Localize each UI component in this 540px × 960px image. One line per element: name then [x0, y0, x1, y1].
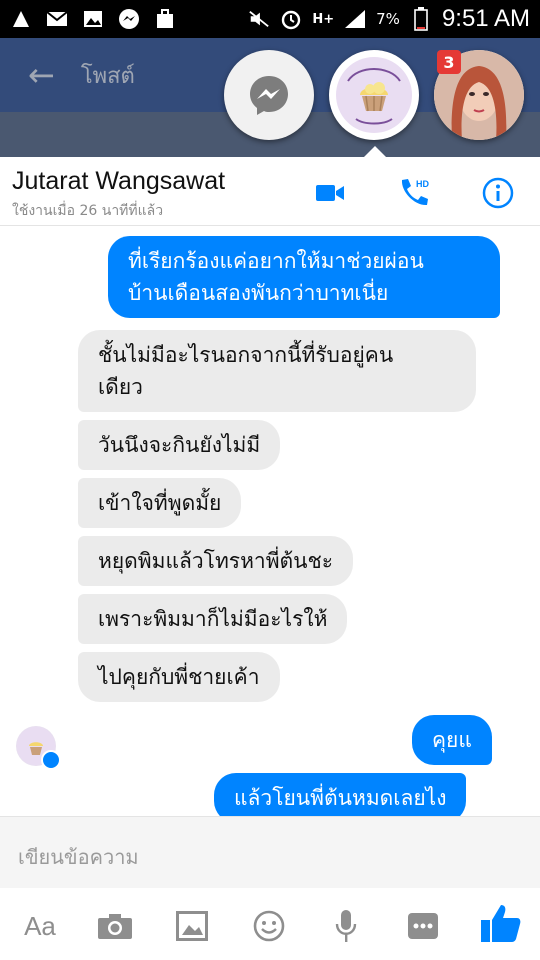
message-bubble-incoming[interactable]: ชั้นไม่มีอะไรนอกจากนี้ที่รับอยู่คน เดียว	[78, 330, 476, 412]
cupcake-logo-icon	[336, 57, 412, 133]
status-bar: H+ 7% 9:51 AM	[0, 0, 540, 38]
messenger-icon	[118, 9, 140, 29]
composer-toolbar: Aa	[0, 888, 540, 960]
mute-icon	[248, 9, 270, 29]
notification-icon	[10, 9, 32, 29]
messenger-chat-head[interactable]	[224, 50, 314, 140]
message-line: บ้านเดือนสองพันกว่าบาทเนี่ย	[128, 281, 389, 305]
network-type: H+	[312, 11, 335, 27]
message-list[interactable]: ที่เรียกร้องแค่อยากให้มาช่วยผ่อน บ้านเดื…	[0, 226, 540, 816]
video-call-icon[interactable]	[312, 175, 348, 211]
gallery-icon[interactable]	[172, 906, 212, 946]
contact-status: ใช้งานเมื่อ 26 นาทีที่แล้ว	[12, 203, 164, 219]
emoji-icon[interactable]	[249, 906, 289, 946]
signal-icon	[344, 9, 366, 29]
message-bubble-outgoing[interactable]: แล้วโยนพี่ต้นหมดเลยไง	[214, 773, 467, 816]
message-bubble-incoming[interactable]: หยุดพิมแล้วโทรหาพี่ต้นชะ	[78, 536, 354, 586]
sender-avatar[interactable]	[16, 726, 61, 770]
notification-icons	[10, 9, 176, 29]
messenger-badge-icon	[41, 750, 61, 770]
clock: 9:51 AM	[441, 5, 530, 32]
messenger-icon	[250, 76, 288, 115]
cupcake-page-chat-head[interactable]	[329, 50, 419, 140]
message-bubble-incoming[interactable]: เพราะพิมมาก็ไม่มีอะไรให้	[78, 594, 348, 644]
message-bubble-incoming[interactable]: วันนึงจะกินยังไม่มี	[78, 420, 281, 470]
like-icon[interactable]	[478, 900, 524, 946]
battery-icon	[410, 7, 432, 31]
message-line: เดียว	[98, 375, 143, 399]
camera-icon[interactable]	[95, 906, 135, 946]
battery-percent: 7%	[376, 10, 400, 28]
message-input[interactable]: เขียนข้อความ	[18, 841, 139, 873]
back-arrow-icon[interactable]: ←	[28, 56, 55, 94]
phone-hd-icon[interactable]: HD	[396, 175, 432, 211]
chat-head-pointer	[364, 146, 386, 157]
bag-icon	[154, 9, 176, 29]
message-bubble-incoming[interactable]: ไปคุยกับพี่ชายเค้า	[78, 652, 280, 702]
alarm-icon	[280, 9, 302, 30]
message-bubble-outgoing[interactable]: ที่เรียกร้องแค่อยากให้มาช่วยผ่อน บ้านเดื…	[108, 236, 500, 318]
svg-text:HD: HD	[416, 179, 429, 189]
background-app-title: โพสต์	[80, 63, 135, 89]
message-bubble-outgoing[interactable]: คุยแ	[412, 715, 492, 765]
message-line: ที่เรียกร้องแค่อยากให้มาช่วยผ่อน	[128, 249, 424, 273]
contact-name[interactable]: Jutarat Wangsawat	[12, 167, 225, 196]
chat-panel: Jutarat Wangsawat ใช้งานเมื่อ 26 นาทีที่…	[0, 157, 540, 960]
mail-icon	[46, 9, 68, 29]
message-line: ชั้นไม่มีอะไรนอกจากนี้ที่รับอยู่คน	[98, 343, 394, 367]
chat-header: Jutarat Wangsawat ใช้งานเมื่อ 26 นาทีที่…	[0, 157, 540, 226]
unread-badge: 3	[437, 50, 461, 74]
message-bubble-incoming[interactable]: เข้าใจที่พูดมั้ย	[78, 478, 242, 528]
image-icon	[82, 9, 104, 29]
text-format-button[interactable]: Aa	[20, 906, 60, 946]
more-icon[interactable]	[403, 906, 443, 946]
mic-icon[interactable]	[326, 906, 366, 946]
message-composer[interactable]: เขียนข้อความ	[0, 816, 540, 889]
info-icon[interactable]	[480, 175, 516, 211]
